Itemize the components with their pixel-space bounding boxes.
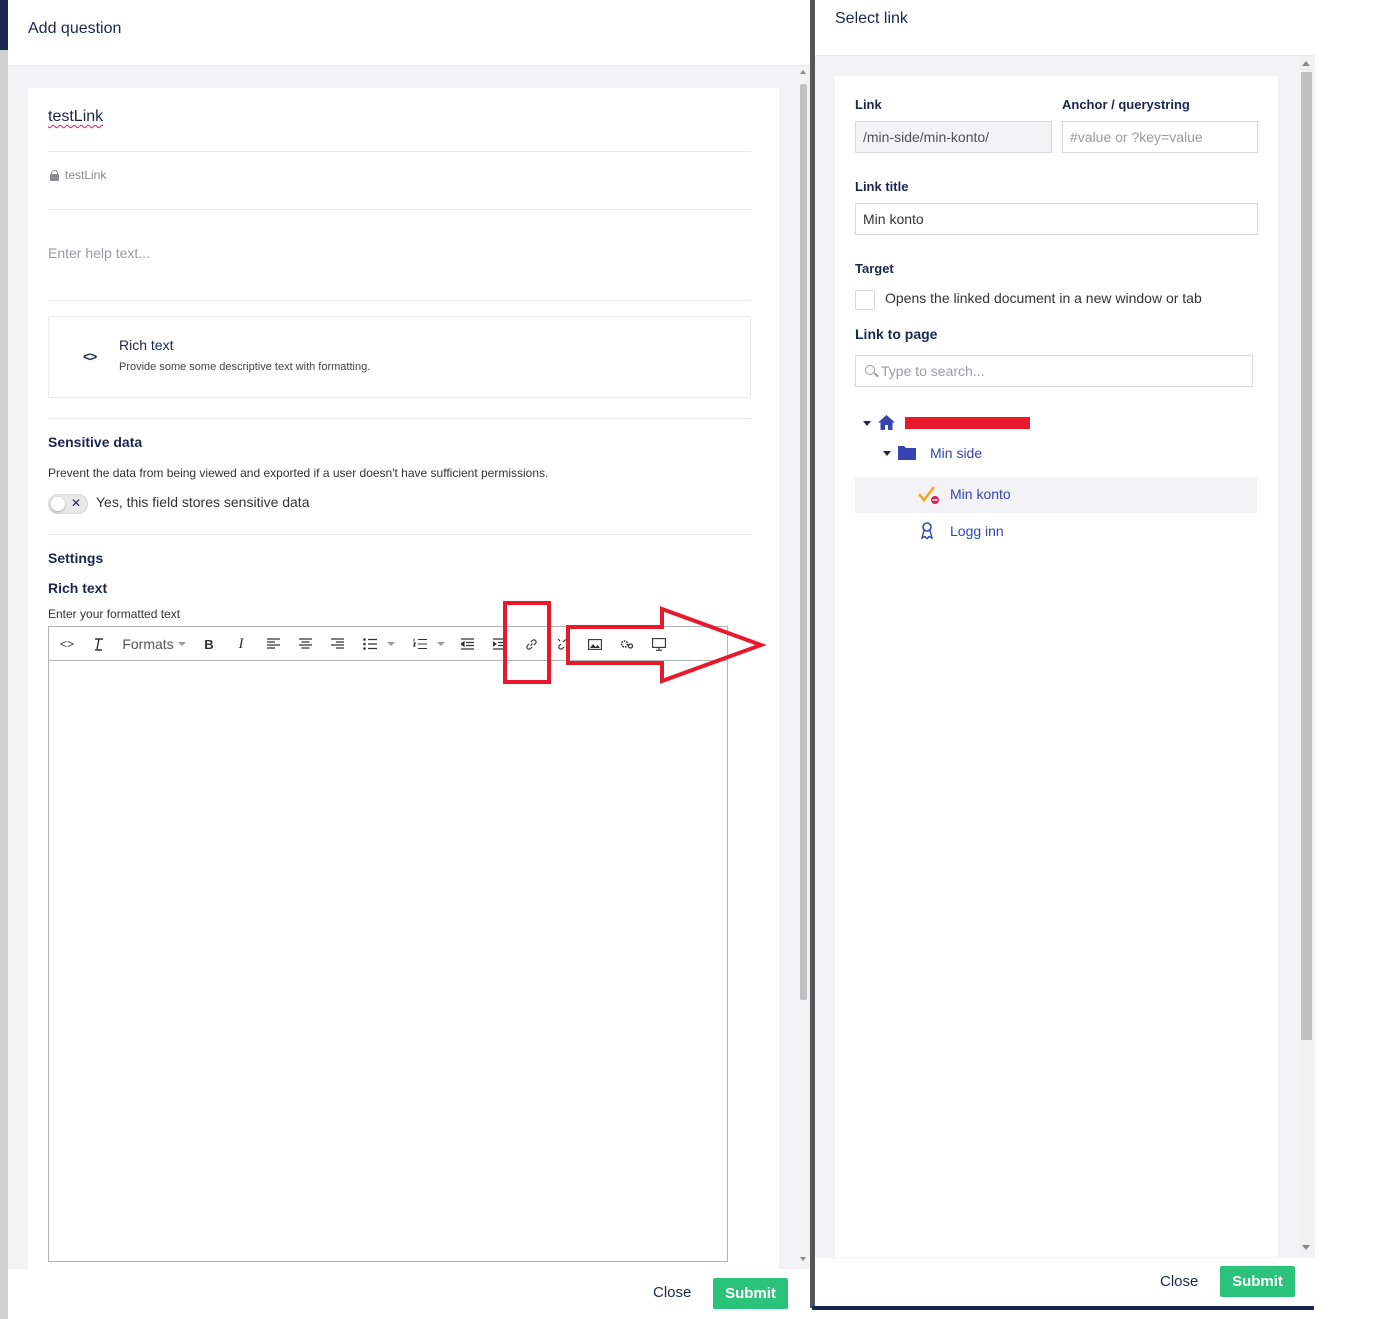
align-right-icon[interactable] <box>329 634 345 654</box>
editor-type-card[interactable]: <> Rich text Provide some some descripti… <box>48 316 751 398</box>
page-search-input[interactable]: Type to search... <box>855 355 1253 387</box>
align-left-icon[interactable] <box>265 634 281 654</box>
rich-text-label: Rich text <box>48 580 108 596</box>
scrollbar[interactable] <box>800 84 807 1000</box>
close-button[interactable]: Close <box>653 1284 691 1301</box>
add-question-footer: Close Submit <box>8 1269 810 1319</box>
checkmark-icon <box>918 485 940 510</box>
align-center-icon[interactable] <box>297 634 313 654</box>
rich-text-editor[interactable]: <> Formats B I <box>48 626 728 1262</box>
anchor-label: Anchor / querystring <box>1062 97 1190 112</box>
divider <box>48 418 751 419</box>
background-strip <box>0 0 8 1319</box>
user-icon <box>920 522 934 545</box>
panel-title: Select link <box>835 10 908 27</box>
redacted-site-name[interactable] <box>905 417 1030 429</box>
link-label: Link <box>855 97 882 112</box>
clear-format-icon[interactable] <box>91 634 107 654</box>
bold-button[interactable]: B <box>201 634 217 654</box>
annotation-highlight-box <box>503 601 551 684</box>
screen: Add question testLink testLink Enter hel… <box>0 0 1375 1319</box>
scroll-down-arrow-icon[interactable] <box>1302 1245 1310 1250</box>
link-title-input[interactable]: Min konto <box>855 203 1258 235</box>
divider <box>48 300 751 301</box>
tree-item-min-konto[interactable]: Min konto <box>950 486 1011 502</box>
home-icon <box>877 414 896 436</box>
divider <box>48 151 751 152</box>
tree-item-min-side[interactable]: Min side <box>930 445 982 461</box>
search-icon <box>865 365 875 375</box>
close-icon: ✕ <box>70 496 81 510</box>
question-name-input[interactable]: testLink <box>48 108 103 126</box>
help-text-input[interactable]: Enter help text... <box>48 245 150 261</box>
outdent-icon[interactable] <box>459 634 475 654</box>
numbered-list-dropdown[interactable] <box>411 634 447 654</box>
panel-bottom-border <box>812 1306 1314 1310</box>
toggle-knob <box>51 497 65 511</box>
bullet-list-dropdown[interactable] <box>361 634 397 654</box>
question-alias[interactable]: testLink <box>50 168 106 182</box>
editor-type-description: Provide some some descriptive text with … <box>119 361 371 373</box>
add-question-header: Add question <box>8 0 810 66</box>
chevron-down-icon <box>177 642 186 646</box>
panel-title: Add question <box>28 20 122 37</box>
background-strip-top <box>0 0 8 50</box>
submit-button[interactable]: Submit <box>713 1278 788 1309</box>
select-link-card <box>835 76 1278 1257</box>
alias-text: testLink <box>65 168 107 182</box>
tree-item-selected-row[interactable] <box>855 477 1257 513</box>
divider <box>48 534 751 535</box>
select-link-header: Select link <box>815 0 1315 56</box>
caret-down-icon[interactable] <box>883 451 891 456</box>
close-button[interactable]: Close <box>1160 1273 1198 1290</box>
target-label: Target <box>855 261 894 276</box>
anchor-input[interactable]: #value or ?key=value <box>1062 121 1258 153</box>
sensitive-data-toggle-label: Yes, this field stores sensitive data <box>96 494 310 510</box>
source-code-icon[interactable]: <> <box>59 634 75 654</box>
scrollbar-thumb[interactable] <box>1301 72 1312 1040</box>
caret-down-icon[interactable] <box>863 421 871 426</box>
sensitive-data-title: Sensitive data <box>48 434 143 450</box>
link-title-label: Link title <box>855 179 909 194</box>
chevron-down-icon <box>387 642 395 646</box>
sensitive-data-toggle[interactable]: ✕ <box>48 494 88 514</box>
formats-dropdown[interactable]: Formats <box>121 634 187 654</box>
select-link-footer: Close Submit <box>815 1258 1315 1306</box>
link-to-page-label: Link to page <box>855 326 938 342</box>
submit-button[interactable]: Submit <box>1220 1266 1295 1297</box>
sensitive-data-description: Prevent the data from being viewed and e… <box>48 466 549 480</box>
target-checkbox[interactable] <box>855 290 875 310</box>
chevron-down-icon <box>437 642 445 646</box>
settings-title: Settings <box>48 550 104 566</box>
lock-icon[interactable] <box>50 169 59 181</box>
link-url-input[interactable]: /min-side/min-konto/ <box>855 121 1052 153</box>
folder-icon <box>898 445 916 465</box>
scroll-up-arrow-icon[interactable] <box>1302 61 1310 66</box>
divider <box>48 209 751 210</box>
tree-item-logg-inn[interactable]: Logg inn <box>950 523 1004 539</box>
select-link-panel: Select link Link /min-side/min-konto/ An… <box>815 0 1315 1306</box>
rte-content-area[interactable] <box>49 661 727 1261</box>
editor-type-title: Rich text <box>119 337 174 353</box>
annotation-arrow <box>566 606 767 684</box>
scroll-up-arrow-icon[interactable] <box>800 70 806 74</box>
target-checkbox-label: Opens the linked document in a new windo… <box>885 290 1202 306</box>
scroll-down-arrow-icon[interactable] <box>800 1257 806 1261</box>
formats-label: Formats <box>122 636 174 652</box>
italic-button[interactable]: I <box>233 634 249 654</box>
rich-text-description: Enter your formatted text <box>48 607 181 621</box>
code-icon: <> <box>83 349 97 364</box>
search-placeholder: Type to search... <box>881 363 985 379</box>
